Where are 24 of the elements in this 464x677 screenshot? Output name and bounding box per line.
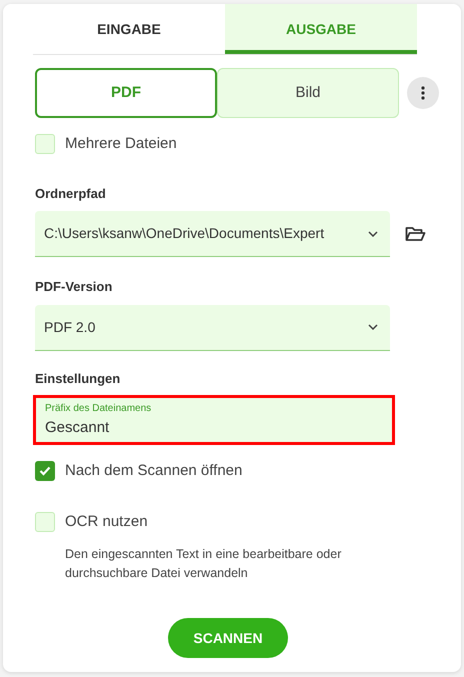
floating-label: Präfix des Dateinamens [45, 402, 152, 414]
prefix-field[interactable]: Präfix des Dateinamens Gescannt [33, 395, 395, 445]
checkmark-icon [39, 466, 51, 476]
folder-path-select[interactable]: C:\Users\ksanw\OneDrive\Documents\Expert [35, 211, 390, 257]
checkbox[interactable] [35, 512, 55, 532]
chevron-down-icon [368, 230, 378, 236]
format-toggle[interactable]: Bild [217, 68, 399, 118]
checkbox-label: Mehrere Dateien [65, 134, 177, 154]
checkbox[interactable] [35, 134, 55, 154]
chevron-down-icon [368, 324, 378, 330]
option-description: Den eingescannten Text in eine bearbeitbare oder durchsuchbare Datei verwandeln [65, 546, 342, 582]
checkbox-label: OCR nutzen [65, 512, 148, 532]
section-heading: Einstellungen [34, 370, 122, 388]
more-vertical-icon [421, 86, 425, 100]
field-value: Gescannt [45, 418, 110, 438]
checkbox[interactable] [35, 461, 55, 482]
format-toggle[interactable]: PDF [35, 68, 217, 118]
field-label: PDF-Version [34, 278, 114, 296]
folder-icon[interactable] [405, 226, 426, 242]
tab[interactable]: EINGABE [33, 4, 225, 54]
field-label: Ordnerpfad [34, 184, 107, 203]
checkbox-label: Nach dem Scannen öffnen [65, 461, 242, 481]
more-button[interactable] [407, 77, 439, 109]
pdf-version-select[interactable]: PDF 2.0 [35, 304, 390, 350]
